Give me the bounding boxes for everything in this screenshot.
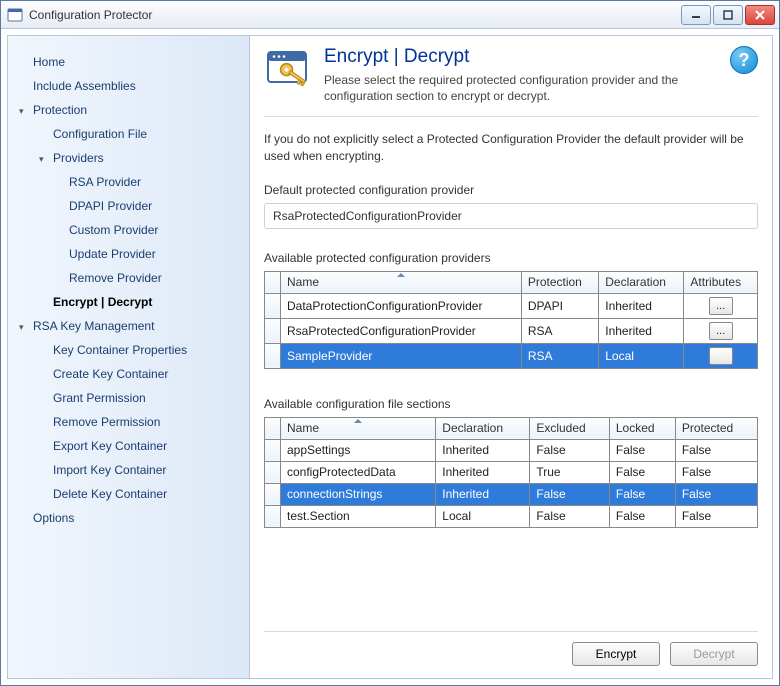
section-name: connectionStrings (281, 483, 436, 505)
section-locked: False (609, 461, 675, 483)
section-excluded: True (530, 461, 610, 483)
nav-home[interactable]: Home (8, 50, 249, 74)
attributes-button[interactable]: ... (709, 297, 733, 315)
footer: Encrypt Decrypt (264, 631, 758, 666)
providers-caption: Available protected configuration provid… (264, 251, 758, 265)
sections-col-protected[interactable]: Protected (675, 417, 757, 439)
attributes-button[interactable]: ... (709, 347, 733, 365)
nav-remove-permission[interactable]: Remove Permission (8, 410, 249, 434)
help-button[interactable]: ? (730, 46, 758, 74)
sections-col-declaration[interactable]: Declaration (436, 417, 530, 439)
nav-key-container-properties[interactable]: Key Container Properties (8, 338, 249, 362)
nav-rsa-provider[interactable]: RSA Provider (8, 170, 249, 194)
default-provider-field: RsaProtectedConfigurationProvider (264, 203, 758, 229)
nav-include-assemblies[interactable]: Include Assemblies (8, 74, 249, 98)
table-row[interactable]: test.SectionLocalFalseFalseFalse (265, 505, 758, 527)
nav-encrypt-decrypt[interactable]: Encrypt | Decrypt (8, 290, 249, 314)
provider-protection: DPAPI (521, 293, 598, 318)
nav-custom-provider[interactable]: Custom Provider (8, 218, 249, 242)
provider-name: SampleProvider (281, 343, 522, 368)
section-protected: False (675, 505, 757, 527)
table-row[interactable]: configProtectedDataInheritedTrueFalseFal… (265, 461, 758, 483)
encrypt-button[interactable]: Encrypt (572, 642, 660, 666)
table-row[interactable]: DataProtectionConfigurationProviderDPAPI… (265, 293, 758, 318)
providers-col-declaration[interactable]: Declaration (599, 271, 684, 293)
section-name: configProtectedData (281, 461, 436, 483)
provider-protection: RSA (521, 318, 598, 343)
section-declaration: Local (436, 505, 530, 527)
key-window-icon (264, 46, 312, 94)
section-declaration: Inherited (436, 483, 530, 505)
app-icon (7, 7, 23, 23)
sections-table[interactable]: Name Declaration Excluded Locked Protect… (264, 417, 758, 528)
table-row[interactable]: SampleProviderRSALocal... (265, 343, 758, 368)
provider-name: DataProtectionConfigurationProvider (281, 293, 522, 318)
app-window: Configuration Protector Home Include Ass… (0, 0, 780, 686)
section-excluded: False (530, 439, 610, 461)
nav-delete-key-container[interactable]: Delete Key Container (8, 482, 249, 506)
default-provider-label: Default protected configuration provider (264, 183, 758, 197)
nav-export-key-container[interactable]: Export Key Container (8, 434, 249, 458)
page-title: Encrypt | Decrypt (324, 46, 722, 68)
section-protected: False (675, 439, 757, 461)
close-button[interactable] (745, 5, 775, 25)
section-locked: False (609, 483, 675, 505)
sections-caption: Available configuration file sections (264, 397, 758, 411)
section-locked: False (609, 505, 675, 527)
providers-col-protection[interactable]: Protection (521, 271, 598, 293)
table-row[interactable]: appSettingsInheritedFalseFalseFalse (265, 439, 758, 461)
nav-grant-permission[interactable]: Grant Permission (8, 386, 249, 410)
providers-col-name[interactable]: Name (281, 271, 522, 293)
table-row[interactable]: connectionStringsInheritedFalseFalseFals… (265, 483, 758, 505)
nav-rsa-key-management[interactable]: RSA Key Management (8, 314, 249, 338)
info-text: If you do not explicitly select a Protec… (264, 131, 758, 165)
provider-declaration: Local (599, 343, 684, 368)
section-locked: False (609, 439, 675, 461)
section-name: test.Section (281, 505, 436, 527)
page-header: Encrypt | Decrypt Please select the requ… (264, 46, 758, 117)
nav-options[interactable]: Options (8, 506, 249, 530)
decrypt-button[interactable]: Decrypt (670, 642, 758, 666)
section-excluded: False (530, 505, 610, 527)
nav-update-provider[interactable]: Update Provider (8, 242, 249, 266)
window-title: Configuration Protector (29, 8, 679, 22)
window-buttons (679, 5, 775, 25)
section-excluded: False (530, 483, 610, 505)
sidebar: Home Include Assemblies Protection Confi… (7, 35, 250, 679)
sections-col-name[interactable]: Name (281, 417, 436, 439)
content-panel: Encrypt | Decrypt Please select the requ… (250, 35, 773, 679)
section-protected: False (675, 461, 757, 483)
provider-declaration: Inherited (599, 293, 684, 318)
provider-declaration: Inherited (599, 318, 684, 343)
table-row[interactable]: RsaProtectedConfigurationProviderRSAInhe… (265, 318, 758, 343)
titlebar: Configuration Protector (1, 1, 779, 29)
providers-col-attributes[interactable]: Attributes (684, 271, 758, 293)
nav-import-key-container[interactable]: Import Key Container (8, 458, 249, 482)
nav-create-key-container[interactable]: Create Key Container (8, 362, 249, 386)
nav-remove-provider[interactable]: Remove Provider (8, 266, 249, 290)
nav-dpapi-provider[interactable]: DPAPI Provider (8, 194, 249, 218)
providers-table[interactable]: Name Protection Declaration Attributes D… (264, 271, 758, 369)
sections-col-excluded[interactable]: Excluded (530, 417, 610, 439)
provider-protection: RSA (521, 343, 598, 368)
nav-protection[interactable]: Protection (8, 98, 249, 122)
section-name: appSettings (281, 439, 436, 461)
section-protected: False (675, 483, 757, 505)
attributes-button[interactable]: ... (709, 322, 733, 340)
nav-providers[interactable]: Providers (8, 146, 249, 170)
nav-configuration-file[interactable]: Configuration File (8, 122, 249, 146)
page-subtitle: Please select the required protected con… (324, 72, 722, 104)
section-declaration: Inherited (436, 439, 530, 461)
sections-col-locked[interactable]: Locked (609, 417, 675, 439)
maximize-button[interactable] (713, 5, 743, 25)
minimize-button[interactable] (681, 5, 711, 25)
provider-name: RsaProtectedConfigurationProvider (281, 318, 522, 343)
section-declaration: Inherited (436, 461, 530, 483)
